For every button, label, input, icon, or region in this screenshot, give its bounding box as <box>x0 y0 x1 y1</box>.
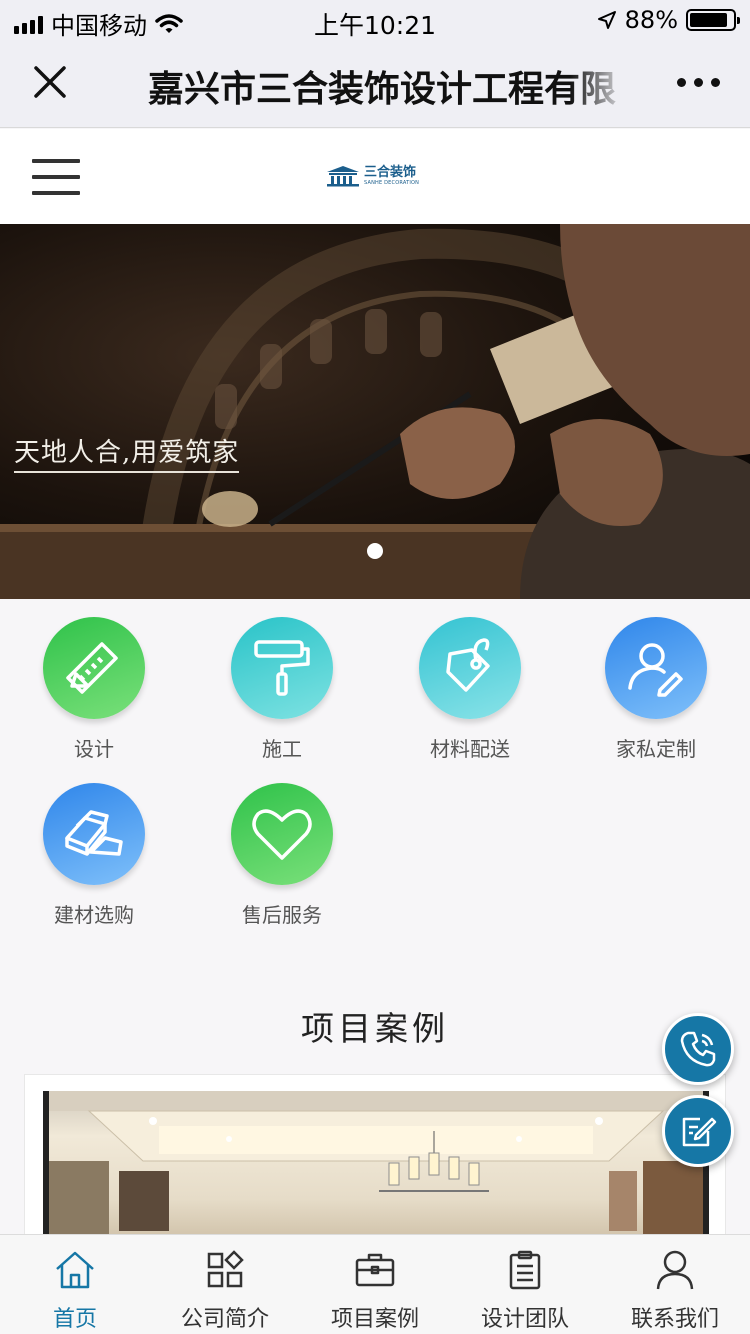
tab-contact[interactable]: 联系我们 <box>600 1235 750 1334</box>
tab-company[interactable]: 公司简介 <box>150 1235 300 1334</box>
clipboard-icon <box>509 1250 541 1290</box>
user-edit-icon <box>605 617 707 719</box>
banner-slogan: 天地人合,用爱筑家 <box>14 432 240 473</box>
message-button[interactable] <box>662 1095 734 1167</box>
heart-icon <box>231 783 333 885</box>
category-materials[interactable]: 材料配送 <box>376 617 564 762</box>
location-arrow-icon <box>597 11 616 29</box>
edit-note-icon <box>682 1117 717 1147</box>
status-right: 88% <box>597 6 740 34</box>
tab-design-team[interactable]: 设计团队 <box>450 1235 600 1334</box>
title-bar: 嘉兴市三合装饰设计工程有限 <box>0 40 750 128</box>
page-title: 嘉兴市三合装饰设计工程有限 <box>148 69 617 110</box>
call-button[interactable] <box>662 1013 734 1085</box>
banner-carousel[interactable]: 天地人合,用爱筑家 <box>0 224 750 599</box>
logo[interactable]: 三合装饰 SANHE DECORATION <box>326 165 419 187</box>
site-header: 三合装饰 SANHE DECORATION <box>0 129 750 224</box>
logo-en: SANHE DECORATION <box>364 179 420 186</box>
category-after-sales[interactable]: 售后服务 <box>188 783 376 928</box>
bottom-tab-bar: 首页 公司简介 项目案例 设计团队 联系我们 <box>0 1234 750 1334</box>
tab-home[interactable]: 首页 <box>0 1235 150 1334</box>
tab-label: 项目案例 <box>330 1307 419 1332</box>
hamburger-icon <box>32 159 80 163</box>
paint-roller-icon <box>231 617 333 719</box>
home-icon <box>56 1251 94 1289</box>
building-logo-icon <box>327 166 359 187</box>
briefcase-icon <box>355 1253 395 1287</box>
battery-icon <box>686 9 740 31</box>
category-design[interactable]: 设计 <box>0 617 188 762</box>
category-label: 材料配送 <box>430 737 510 761</box>
tab-label: 首页 <box>52 1307 97 1332</box>
close-icon <box>34 66 66 98</box>
design-ruler-icon <box>43 617 145 719</box>
logo-cn: 三合装饰 <box>364 164 417 180</box>
section-title: 项目案例 <box>301 1009 449 1048</box>
close-button[interactable] <box>30 62 70 102</box>
tab-cases[interactable]: 项目案例 <box>300 1235 450 1334</box>
battery-percent: 88% <box>624 6 678 34</box>
gold-bars-icon <box>43 783 145 885</box>
tab-label: 公司简介 <box>180 1307 269 1332</box>
category-label: 施工 <box>262 737 302 761</box>
tag-icon <box>419 617 521 719</box>
more-button[interactable] <box>677 78 720 87</box>
status-bar: 中国移动 上午10:21 88% <box>0 0 750 40</box>
carousel-indicator[interactable] <box>367 543 383 559</box>
person-icon <box>656 1250 694 1290</box>
grid-icon <box>207 1250 244 1288</box>
category-label: 家私定制 <box>616 737 696 761</box>
category-custom-furniture[interactable]: 家私定制 <box>562 617 750 762</box>
tab-label: 联系我们 <box>630 1307 719 1332</box>
category-label: 设计 <box>74 737 114 761</box>
tab-label: 设计团队 <box>480 1307 569 1332</box>
more-dots-icon <box>677 78 686 87</box>
phone-icon <box>680 1031 716 1067</box>
category-building-materials[interactable]: 建材选购 <box>0 783 188 928</box>
category-label: 售后服务 <box>242 903 322 927</box>
category-label: 建材选购 <box>54 903 134 927</box>
menu-button[interactable] <box>32 159 80 195</box>
category-construction[interactable]: 施工 <box>188 617 376 762</box>
